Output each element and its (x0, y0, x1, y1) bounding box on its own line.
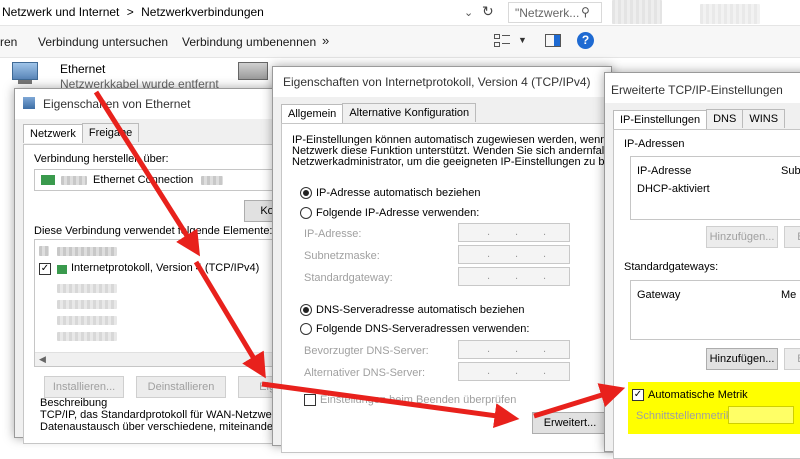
arrow-to-ipv4-item (93, 90, 201, 257)
annotation-arrows (93, 90, 626, 429)
arrow-to-properties (193, 260, 266, 379)
arrow-to-advanced (261, 381, 520, 429)
arrow-to-auto-metric (533, 383, 626, 419)
